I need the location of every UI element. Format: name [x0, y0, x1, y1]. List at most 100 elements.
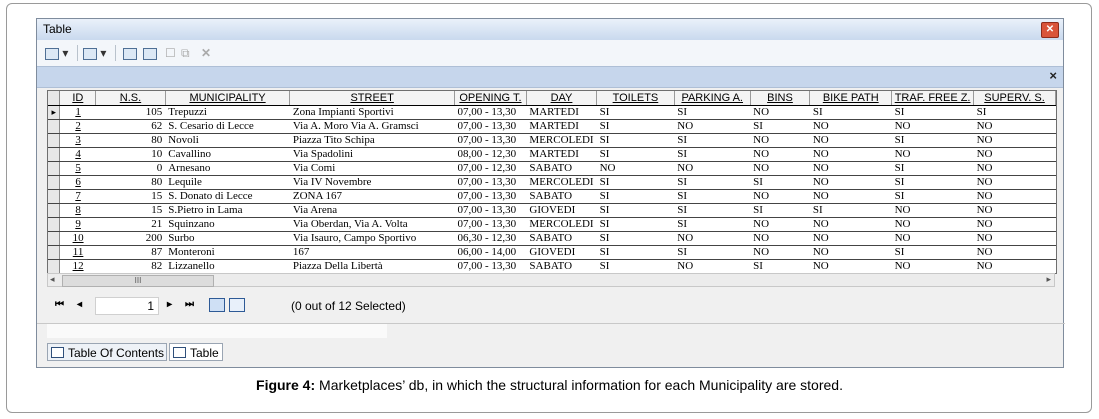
table-row[interactable]: 8 15 S.Pietro in Lama Via Arena 07,00 - 13,3…: [48, 203, 1056, 218]
show-selected-records-icon[interactable]: [229, 298, 245, 312]
table-cell[interactable]: SI: [674, 217, 751, 232]
table-cell[interactable]: SI: [596, 147, 675, 162]
row-selector[interactable]: [48, 217, 61, 232]
table-cell[interactable]: MERCOLEDI: [526, 175, 597, 190]
row-selector[interactable]: [48, 189, 61, 204]
row-selector[interactable]: [48, 203, 61, 218]
table-row[interactable]: ▸ 1 105 Trepuzzi Zona Impianti Sportivi 07,00…: [48, 105, 1056, 120]
table-cell[interactable]: NO: [809, 259, 892, 273]
table-cell[interactable]: NO: [750, 147, 810, 162]
table-cell[interactable]: Monteroni: [165, 245, 290, 260]
tab-table-of-contents[interactable]: Table Of Contents: [47, 343, 167, 361]
table-cell[interactable]: SI: [891, 133, 974, 148]
table-cell[interactable]: SI: [674, 245, 751, 260]
table-row[interactable]: 9 21 Squinzano Via Oberdan, Via A. Volta 07,…: [48, 217, 1056, 232]
table-cell[interactable]: Via Spadolini: [289, 147, 455, 162]
table-cell[interactable]: SABATO: [526, 259, 597, 273]
table-cell[interactable]: MARTEDI: [526, 105, 597, 120]
table-cell[interactable]: SI: [596, 133, 675, 148]
table-cell[interactable]: NO: [674, 259, 751, 273]
zoom-to-selected-button[interactable]: ⧉: [181, 45, 190, 61]
table-cell[interactable]: 07,00 - 13,30: [454, 175, 527, 190]
table-cell[interactable]: 8: [59, 203, 96, 218]
table-cell[interactable]: SI: [674, 105, 751, 120]
table-cell[interactable]: NO: [973, 133, 1056, 148]
table-cell[interactable]: Via Comi: [289, 161, 455, 176]
table-cell[interactable]: 6: [59, 175, 96, 190]
table-cell[interactable]: SI: [674, 203, 751, 218]
table-cell[interactable]: 3: [59, 133, 96, 148]
table-cell[interactable]: S.Pietro in Lama: [165, 203, 290, 218]
table-cell[interactable]: Via Oberdan, Via A. Volta: [289, 217, 455, 232]
table-cell[interactable]: SI: [750, 203, 810, 218]
table-cell[interactable]: 200: [95, 231, 166, 246]
column-header[interactable]: PARKING A.: [674, 91, 751, 106]
table-cell[interactable]: 5: [59, 161, 96, 176]
column-header[interactable]: BINS: [750, 91, 811, 106]
clear-selection-button[interactable]: ☐: [165, 45, 176, 61]
table-cell[interactable]: Zona Impianti Sportivi: [289, 105, 455, 120]
first-record-button[interactable]: ⏮: [55, 299, 64, 310]
table-cell[interactable]: 10: [59, 231, 96, 246]
table-cell[interactable]: 4: [59, 147, 96, 162]
table-cell[interactable]: SI: [674, 189, 751, 204]
tab-table[interactable]: Table: [169, 343, 223, 361]
table-cell[interactable]: NO: [809, 189, 892, 204]
table-cell[interactable]: 07,00 - 13,30: [454, 119, 527, 134]
table-cell[interactable]: NO: [973, 231, 1056, 246]
table-cell[interactable]: Via Arena: [289, 203, 455, 218]
row-selector[interactable]: [48, 161, 61, 176]
table-row[interactable]: 4 10 Cavallino Via Spadolini 08,00 - 12,30 MA…: [48, 147, 1056, 162]
table-cell[interactable]: MARTEDI: [526, 147, 597, 162]
table-cell[interactable]: SI: [674, 175, 751, 190]
table-cell[interactable]: Trepuzzi: [165, 105, 290, 120]
record-number-field[interactable]: 1: [95, 297, 159, 315]
table-cell[interactable]: 15: [95, 189, 166, 204]
row-selector[interactable]: [48, 147, 61, 162]
table-cell[interactable]: SI: [891, 105, 974, 120]
table-cell[interactable]: MERCOLEDI: [526, 133, 597, 148]
table-cell[interactable]: ZONA 167: [289, 189, 455, 204]
column-header[interactable]: TOILETS: [596, 91, 675, 106]
table-cell[interactable]: 9: [59, 217, 96, 232]
close-table-tab-icon[interactable]: ×: [1049, 68, 1057, 83]
table-row[interactable]: 3 80 Novoli Piazza Tito Schipa 07,00 - 13,30…: [48, 133, 1056, 148]
table-cell[interactable]: NO: [973, 259, 1056, 273]
table-cell[interactable]: GIOVEDI: [526, 203, 597, 218]
table-cell[interactable]: 87: [95, 245, 166, 260]
table-cell[interactable]: 07,00 - 13,30: [454, 133, 527, 148]
table-cell[interactable]: 07,00 - 12,30: [454, 161, 527, 176]
table-cell[interactable]: NO: [973, 217, 1056, 232]
row-selector[interactable]: [48, 133, 61, 148]
table-row[interactable]: 12 82 Lizzanello Piazza Della Libertà 07,00 …: [48, 259, 1056, 273]
table-cell[interactable]: 15: [95, 203, 166, 218]
table-cell[interactable]: 80: [95, 133, 166, 148]
table-cell[interactable]: 82: [95, 259, 166, 273]
table-cell[interactable]: MARTEDI: [526, 119, 597, 134]
table-cell[interactable]: Arnesano: [165, 161, 290, 176]
row-selector[interactable]: ▸: [48, 105, 61, 120]
table-cell[interactable]: Via A. Moro Via A. Gramsci: [289, 119, 455, 134]
table-cell[interactable]: SI: [596, 119, 675, 134]
table-cell[interactable]: SI: [809, 203, 892, 218]
table-cell[interactable]: 11: [59, 245, 96, 260]
column-header[interactable]: MUNICIPALITY: [165, 91, 291, 106]
table-cell[interactable]: GIOVEDI: [526, 245, 597, 260]
table-cell[interactable]: SI: [596, 259, 675, 273]
table-cell[interactable]: Piazza Tito Schipa: [289, 133, 455, 148]
next-record-button[interactable]: ▸: [167, 299, 172, 310]
table-cell[interactable]: NO: [596, 161, 675, 176]
table-cell[interactable]: Piazza Della Libertà: [289, 259, 455, 273]
scroll-right-icon[interactable]: ▸: [1046, 274, 1051, 285]
table-cell[interactable]: SI: [891, 245, 974, 260]
table-row[interactable]: 10 200 Surbo Via Isauro, Campo Sportivo 06,3…: [48, 231, 1056, 246]
table-cell[interactable]: SABATO: [526, 231, 597, 246]
table-cell[interactable]: NO: [973, 161, 1056, 176]
column-header[interactable]: OPENING T.: [454, 91, 527, 106]
table-cell[interactable]: SI: [809, 105, 892, 120]
table-cell[interactable]: NO: [891, 231, 974, 246]
table-row[interactable]: 6 80 Lequile Via IV Novembre 07,00 - 13,30 ME…: [48, 175, 1056, 190]
show-all-records-icon[interactable]: [209, 298, 225, 312]
table-cell[interactable]: Lequile: [165, 175, 290, 190]
switch-selection-button[interactable]: [143, 45, 157, 61]
